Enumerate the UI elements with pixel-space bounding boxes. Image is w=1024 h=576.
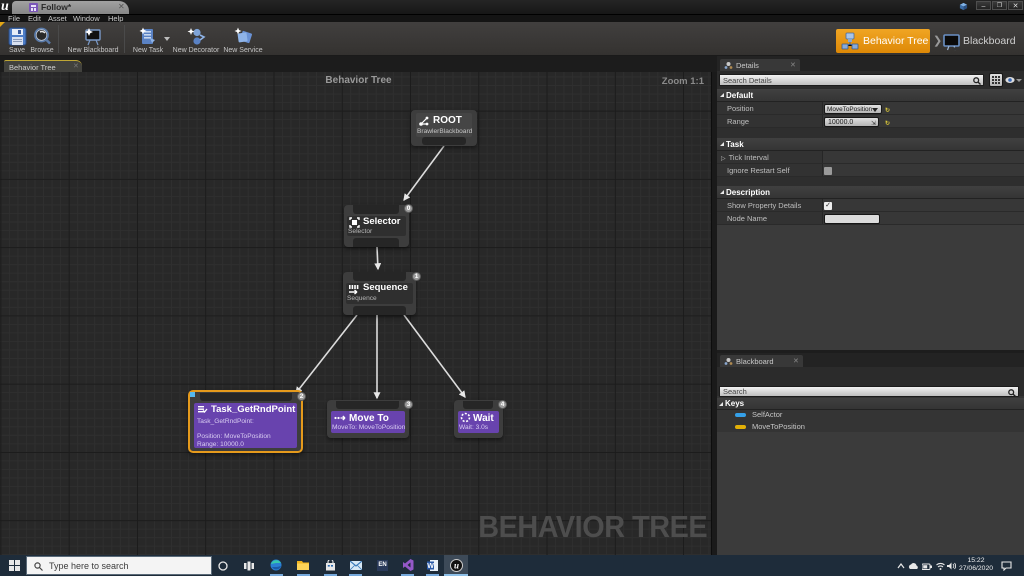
- svg-text:W: W: [427, 563, 434, 570]
- svg-text:u: u: [454, 561, 459, 571]
